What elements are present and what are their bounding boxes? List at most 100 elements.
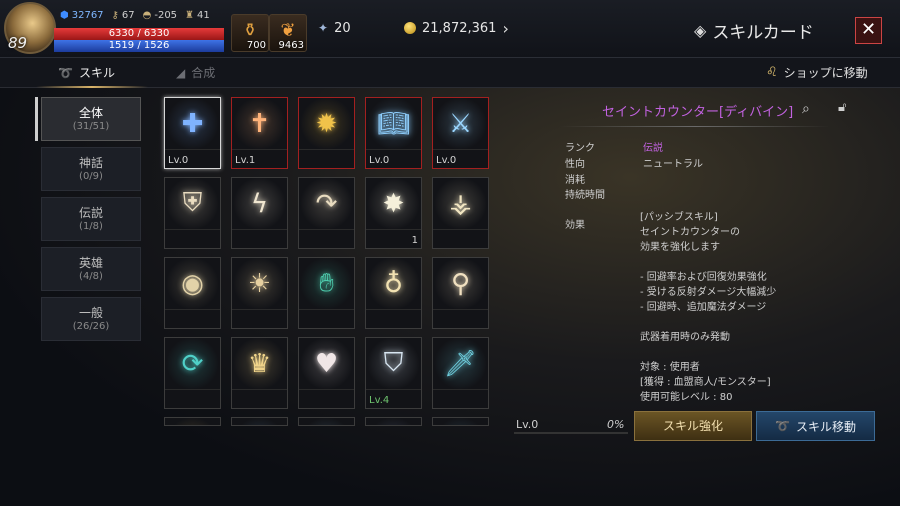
gold-coin-icon: [404, 22, 416, 34]
category-count: (26/26): [72, 321, 110, 332]
eye-icon: ◉: [165, 258, 220, 309]
skill-card[interactable]: ♁: [365, 257, 422, 329]
category-myth[interactable]: 神話 (0/9): [41, 147, 141, 191]
tab-skill[interactable]: ➰ スキル: [58, 64, 115, 81]
category-name: 一般: [78, 306, 103, 320]
stat-b: ⚷ 67: [111, 10, 135, 21]
tendency-value: ニュートラル: [643, 159, 703, 170]
player-level: 89: [8, 34, 28, 52]
card-level: Lv.1: [235, 155, 256, 166]
compass-icon: ✧: [433, 418, 488, 425]
card-level: Lv.0: [369, 155, 390, 166]
shop-link[interactable]: ♌ ショップに移動: [766, 64, 868, 81]
window-title: ◈ スキルカード: [694, 18, 814, 43]
card-level: Lv.4: [369, 395, 390, 406]
skill-card[interactable]: ✷: [231, 417, 288, 426]
key-icon: ⚷: [111, 10, 119, 21]
shop-label: ショップに移動: [783, 66, 868, 80]
category-all[interactable]: 全体 (31/51): [41, 97, 141, 141]
cost-label: 消耗: [565, 175, 585, 186]
skill-title: セイントカウンター[ディバイン]: [602, 105, 794, 120]
card-level: Lv.0: [168, 155, 189, 166]
card-divider: [232, 229, 287, 230]
stat-c: ◓ -205: [142, 10, 178, 21]
player-stats: ⬢ 32767 ⚷ 67 ◓ -205 ♜ 41: [60, 10, 210, 21]
category-indicator: [35, 97, 38, 141]
item-slot-feather[interactable]: ❦ 9463: [269, 14, 307, 52]
chevron-right-icon[interactable]: ›: [502, 19, 508, 38]
sword-icon: 🗡︎: [433, 338, 488, 389]
shield-icon: ⛨: [165, 178, 220, 229]
tendency-label: 性向: [565, 159, 585, 170]
trophy-icon: ♜: [185, 10, 195, 21]
close-icon: ✕: [860, 19, 877, 40]
skill-card[interactable]: ☀: [231, 257, 288, 329]
skill-card[interactable]: ✝ Lv.1: [231, 97, 288, 169]
card-divider: [366, 389, 421, 390]
sun-face-icon: ☀: [232, 258, 287, 309]
card-divider: [299, 309, 354, 310]
helmet-icon: ◓: [142, 10, 152, 21]
skill-card[interactable]: ⛨: [365, 417, 422, 426]
search-icon[interactable]: ⌕: [802, 101, 810, 117]
mace-icon: ⚲: [433, 258, 488, 309]
skill-card[interactable]: ↷: [298, 177, 355, 249]
category-name: 英雄: [78, 256, 103, 270]
skill-card[interactable]: ✹: [298, 97, 355, 169]
ticket-icon: ✦: [318, 21, 329, 35]
upgrade-progress: [514, 432, 628, 434]
cross-burst-icon: ✝: [232, 98, 287, 149]
skill-card[interactable]: ϟ: [231, 177, 288, 249]
skill-card[interactable]: ✋︎: [298, 257, 355, 329]
skill-move-button[interactable]: ➰ スキル移動: [756, 411, 875, 441]
skill-card[interactable]: ⚲: [432, 257, 489, 329]
lightning-icon: ϟ: [232, 178, 287, 229]
skill-card[interactable]: ✺: [164, 417, 221, 426]
starburst-icon: ✸: [366, 178, 421, 229]
duration-label: 持続時間: [565, 190, 605, 201]
gold-counter[interactable]: 21,872,361 ›: [404, 17, 509, 39]
category-name: 神話: [78, 156, 103, 170]
skill-card[interactable]: ✚ Lv.0: [164, 97, 221, 169]
category-count: (1/8): [79, 221, 103, 232]
skill-card[interactable]: ⚔ Lv.0: [432, 97, 489, 169]
item-slot-potion[interactable]: ⚱ 700: [231, 14, 269, 52]
skill-card[interactable]: ♛: [231, 337, 288, 409]
tab-synthesis[interactable]: ◢ 合成: [176, 64, 215, 81]
effect-label: 効果: [565, 220, 585, 231]
skill-card[interactable]: ⛉ Lv.4: [365, 337, 422, 409]
shield-cross-icon: ⛨: [366, 418, 421, 425]
card-divider: [433, 149, 488, 150]
skill-card[interactable]: ♥: [298, 337, 355, 409]
tab-bar: [0, 58, 900, 88]
skill-upgrade-button[interactable]: スキル強化: [634, 411, 752, 441]
shield-icon: ⬢: [60, 10, 69, 21]
anvil-icon: ◢: [176, 65, 186, 80]
skill-card[interactable]: ⟳: [164, 337, 221, 409]
skill-card[interactable]: ✧: [432, 417, 489, 426]
rank-label: ランク: [565, 143, 595, 154]
holy-book-icon: 📖︎: [366, 98, 421, 149]
skill-card[interactable]: ◎: [298, 417, 355, 426]
category-legend[interactable]: 伝説 (1/8): [41, 197, 141, 241]
cycle-icon: ⟳: [165, 338, 220, 389]
unlock-icon[interactable]: 🔓︎: [838, 100, 846, 115]
category-hero[interactable]: 英雄 (4/8): [41, 247, 141, 291]
card-count: 1: [411, 235, 418, 246]
skill-card[interactable]: ⛨: [164, 177, 221, 249]
skill-card[interactable]: ✸ 1: [365, 177, 422, 249]
title-divider: [560, 126, 830, 127]
skill-card[interactable]: ⚶: [432, 177, 489, 249]
card-divider: [433, 309, 488, 310]
close-button[interactable]: ✕: [855, 17, 882, 44]
ticket-counter: ✦ 20: [318, 17, 351, 39]
gold-amount: 21,872,361: [422, 20, 497, 36]
mp-bar: 1519 / 1526: [54, 40, 224, 52]
category-normal[interactable]: 一般 (26/26): [41, 297, 141, 341]
heart-icon: ♥: [299, 338, 354, 389]
skill-card[interactable]: ◉: [164, 257, 221, 329]
skill-card[interactable]: 📖︎ Lv.0: [365, 97, 422, 169]
card-divider: [165, 389, 220, 390]
skill-card[interactable]: 🗡︎: [432, 337, 489, 409]
effect-scroll[interactable]: [パッシブスキル] セイントカウンターの 効果を強化します - 回避率および回復…: [640, 210, 850, 402]
